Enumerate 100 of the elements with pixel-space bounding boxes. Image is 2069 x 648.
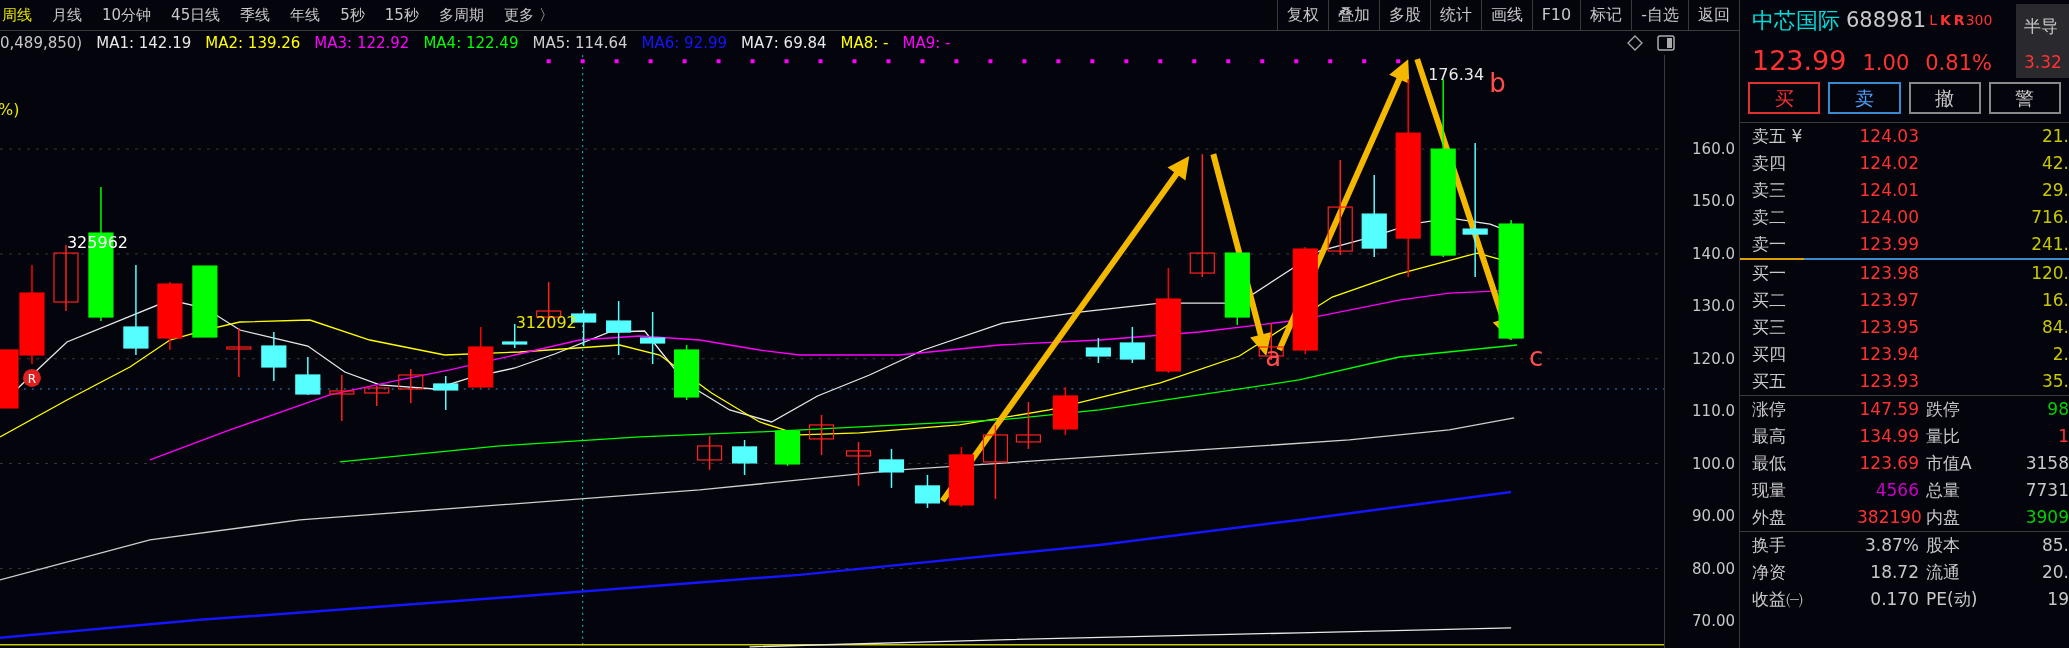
period-tab[interactable]: 5秒 [340, 3, 365, 27]
candlestick [808, 414, 835, 456]
order-price: 124.01 [1858, 178, 1919, 202]
order-volume: 2. [2051, 342, 2069, 366]
price-axis-label: 160.0 [1692, 140, 1735, 158]
order-price: 123.98 [1858, 261, 1919, 285]
order-level-label: 买一 [1752, 261, 1787, 285]
order-volume: 21. [2040, 124, 2069, 148]
candlestick [774, 429, 801, 467]
period-tab[interactable]: 季线 [240, 3, 271, 27]
stat-label: 量比 [1925, 424, 1961, 448]
candlestick [1015, 401, 1041, 450]
stat-label: 股本 [1925, 533, 1961, 557]
trade-button[interactable]: 警 [1988, 82, 2061, 114]
period-tab[interactable]: 周线 [2, 3, 32, 27]
stat-value: 3909 [2024, 505, 2069, 529]
toolbar-button[interactable]: 多股 [1378, 0, 1430, 30]
price-axis-label: 80.00 [1692, 559, 1735, 578]
candlestick [398, 368, 424, 404]
sector-change: 3.32 [2024, 50, 2063, 74]
price-axis-label: 130.0 [1692, 297, 1735, 316]
order-volume: 241. [2030, 232, 2069, 256]
stat-value: 18.72 [1869, 560, 1919, 584]
stat-label: 最高 [1752, 424, 1787, 448]
toolbar-button[interactable]: 返回 [1688, 0, 1739, 30]
order-level-label: 卖四 [1752, 151, 1787, 175]
order-volume: 42. [2040, 151, 2069, 175]
price-axis-label: 70.00 [1692, 611, 1735, 630]
period-tab[interactable]: 更多 〉 [503, 3, 554, 27]
candlestick [606, 300, 632, 356]
stock-flag-label: K [1940, 11, 1951, 30]
stat-label: 净资 [1752, 560, 1787, 584]
ma-legend-item: MA8: - [840, 32, 889, 54]
order-price: 124.02 [1858, 151, 1919, 175]
ma-legend-item: MA4: 122.49 [423, 32, 519, 54]
ma-legend-item: MA1: 142.19 [96, 32, 192, 54]
marker-badge: R [23, 369, 41, 387]
candlestick [226, 327, 252, 378]
candlestick [329, 374, 355, 422]
trade-button[interactable]: 买 [1748, 82, 1821, 114]
period-tab[interactable]: 10分钟 [102, 3, 152, 27]
order-volume: 35. [2040, 369, 2069, 393]
ma-legend-item: MA9: - [902, 32, 951, 54]
toolbar-button[interactable]: -自选 [1631, 0, 1688, 30]
toolbar-button[interactable]: F10 [1531, 0, 1581, 30]
candlestick [364, 385, 390, 407]
diamond-icon [1627, 35, 1643, 51]
order-level-label: 卖二 [1752, 205, 1787, 229]
stat-value: 3158 [2024, 451, 2069, 475]
order-price: 123.99 [1858, 232, 1919, 256]
stat-label: 市值A [1925, 451, 1973, 475]
order-level-label: 卖三 [1752, 178, 1787, 202]
toolbar-button[interactable]: 统计 [1429, 0, 1481, 30]
toolbar-button[interactable]: 叠加 [1327, 0, 1379, 30]
stat-value: 7731 [2024, 478, 2069, 502]
stat-value: 19 [2046, 587, 2069, 611]
candlestick [295, 356, 321, 396]
order-price: 123.94 [1858, 342, 1919, 366]
stat-value: 382190 [1857, 505, 1919, 529]
price-axis-label: 150.0 [1692, 192, 1735, 211]
stat-label: 换手 [1752, 533, 1787, 557]
stat-label: 外盘 [1752, 505, 1787, 529]
ma-legend-item: MA6: 92.99 [641, 32, 728, 54]
stat-value: 20. [2040, 560, 2069, 584]
candlestick [640, 311, 666, 365]
trade-button[interactable]: 卖 [1828, 82, 1901, 114]
trade-button[interactable]: 撤 [1908, 82, 1981, 114]
stat-value: 147.59 [1858, 397, 1919, 421]
order-level-label: 卖五 ¥ [1752, 124, 1804, 148]
toolbar-button[interactable]: 复权 [1276, 0, 1328, 30]
stat-value: 134.99 [1858, 424, 1919, 448]
price-axis-label: 140.0 [1692, 244, 1735, 263]
stat-label: 总量 [1925, 478, 1961, 502]
ma-legend-item: MA5: 114.64 [532, 32, 628, 54]
stat-label: 现量 [1752, 478, 1787, 502]
ma-legend-prefix: 0,489,850) [0, 32, 83, 54]
stat-label: 内盘 [1925, 505, 1961, 529]
order-level-label: 卖一 [1752, 232, 1787, 256]
stat-value: 4566 [1874, 478, 1919, 502]
ma-legend-item: MA7: 69.84 [741, 32, 827, 54]
candlestick [697, 435, 723, 471]
candlestick [1119, 326, 1145, 364]
stock-flag-label: 300 [1965, 11, 1993, 30]
period-tab[interactable]: 多周期 [438, 3, 484, 27]
stat-value: 3.87% [1864, 533, 1919, 557]
period-tab[interactable]: 年线 [290, 3, 321, 27]
candlestick [1085, 337, 1111, 364]
toolbar-button[interactable]: 标记 [1580, 0, 1632, 30]
period-tab[interactable]: 15秒 [384, 3, 419, 27]
stat-label: 跌停 [1925, 397, 1961, 421]
period-tab[interactable]: 45日线 [171, 3, 221, 27]
order-price: 123.97 [1858, 288, 1919, 312]
toolbar-button[interactable]: 画线 [1480, 0, 1532, 30]
stat-value: 98 [2046, 397, 2069, 421]
stat-value: 85. [2040, 533, 2069, 557]
sector-name: 半导 [2024, 15, 2059, 38]
stat-value: 1 [2057, 424, 2069, 448]
period-tab[interactable]: 月线 [52, 3, 82, 27]
stat-label: PE(动) [1925, 587, 1979, 611]
candlestick [948, 446, 975, 508]
